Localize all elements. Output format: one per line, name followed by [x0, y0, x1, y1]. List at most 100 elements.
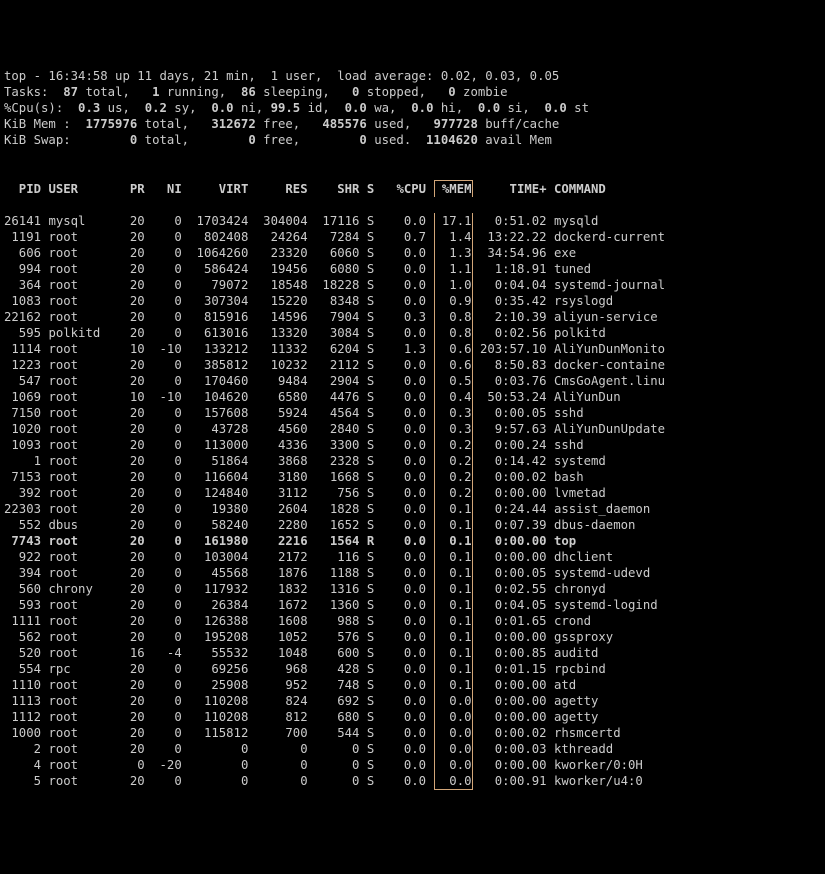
cell-virt: 307304: [189, 293, 248, 309]
cell-cpu: 0.0: [389, 213, 426, 229]
cell-res: 2604: [256, 501, 308, 517]
cell-ni: 0: [152, 709, 182, 725]
cell-time: 0:00.00: [480, 757, 547, 773]
cell-res: 700: [256, 725, 308, 741]
process-row: 560 chrony 20 0 117932 1832 1316 S 0.0 0…: [4, 581, 813, 597]
cell-cpu: 0.0: [389, 469, 426, 485]
cell-pr: 20: [122, 725, 144, 741]
cell-cpu: 0.0: [389, 661, 426, 677]
cell-pr: 20: [122, 405, 144, 421]
process-row: 1111 root 20 0 126388 1608 988 S 0.0 0.1…: [4, 613, 813, 629]
column-header: PID USER PR NI VIRT RES SHR S %CPU %MEM …: [4, 180, 813, 197]
cell-state: S: [367, 245, 382, 261]
cell-command: agetty: [554, 693, 702, 709]
cell-cpu: 0.0: [389, 597, 426, 613]
cell-virt: 43728: [189, 421, 248, 437]
cell-pid: 922: [4, 549, 41, 565]
cell-ni: -10: [152, 341, 182, 357]
cell-cpu: 0.0: [389, 373, 426, 389]
cell-shr: 6060: [315, 245, 359, 261]
cell-user: polkitd: [48, 325, 115, 341]
cell-state: S: [367, 357, 382, 373]
cell-cpu: 0.0: [389, 533, 426, 549]
cell-user: mysql: [48, 213, 115, 229]
cell-command: AliYunDun: [554, 389, 702, 405]
cell-ni: 0: [152, 293, 182, 309]
cell-time: 0:00.85: [480, 645, 547, 661]
cell-state: S: [367, 309, 382, 325]
cell-command: docker-containe: [554, 357, 702, 373]
cell-user: root: [48, 293, 115, 309]
cell-time: 0:03.76: [480, 373, 547, 389]
cell-shr: 4476: [315, 389, 359, 405]
cell-virt: 115812: [189, 725, 248, 741]
cell-mem: 17.1: [434, 213, 473, 229]
cell-ni: 0: [152, 373, 182, 389]
cell-ni: 0: [152, 437, 182, 453]
process-row: 26141 mysql 20 0 1703424 304004 17116 S …: [4, 213, 813, 229]
cell-shr: 692: [315, 693, 359, 709]
cell-mem: 1.0: [434, 277, 473, 293]
cell-res: 18548: [256, 277, 308, 293]
cell-res: 13320: [256, 325, 308, 341]
cell-pr: 20: [122, 597, 144, 613]
cell-virt: 55532: [189, 645, 248, 661]
cell-cpu: 0.0: [389, 549, 426, 565]
cell-time: 1:18.91: [480, 261, 547, 277]
cell-virt: 103004: [189, 549, 248, 565]
cell-pid: 562: [4, 629, 41, 645]
cell-ni: -4: [152, 645, 182, 661]
cell-pr: 0: [122, 757, 144, 773]
cell-state: S: [367, 645, 382, 661]
cell-shr: 1564: [315, 533, 359, 549]
cell-ni: 0: [152, 245, 182, 261]
cell-shr: 544: [315, 725, 359, 741]
cell-pid: 1112: [4, 709, 41, 725]
cell-virt: 613016: [189, 325, 248, 341]
cell-pr: 20: [122, 309, 144, 325]
process-row: 394 root 20 0 45568 1876 1188 S 0.0 0.1 …: [4, 565, 813, 581]
cell-pid: 593: [4, 597, 41, 613]
process-row: 1 root 20 0 51864 3868 2328 S 0.0 0.2 0:…: [4, 453, 813, 469]
cell-pr: 20: [122, 661, 144, 677]
cell-command: aliyun-service: [554, 309, 702, 325]
cell-res: 3180: [256, 469, 308, 485]
cell-state: S: [367, 549, 382, 565]
cell-ni: 0: [152, 661, 182, 677]
cell-shr: 1188: [315, 565, 359, 581]
cell-virt: 385812: [189, 357, 248, 373]
cell-cpu: 0.0: [389, 501, 426, 517]
cell-command: bash: [554, 469, 702, 485]
cell-state: S: [367, 261, 382, 277]
cell-virt: 0: [189, 741, 248, 757]
cell-user: root: [48, 757, 115, 773]
cell-user: root: [48, 309, 115, 325]
cell-ni: 0: [152, 533, 182, 549]
cell-mem: 1.1: [434, 261, 473, 277]
cell-pr: 20: [122, 245, 144, 261]
cell-user: root: [48, 405, 115, 421]
cell-mem: 0.5: [434, 373, 473, 389]
cell-shr: 600: [315, 645, 359, 661]
cell-pr: 20: [122, 213, 144, 229]
cell-command: polkitd: [554, 325, 702, 341]
cell-state: S: [367, 485, 382, 501]
cell-pr: 20: [122, 677, 144, 693]
top-summary: top - 16:34:58 up 11 days, 21 min, 1 use…: [4, 68, 813, 164]
cell-virt: 69256: [189, 661, 248, 677]
cell-virt: 815916: [189, 309, 248, 325]
cell-state: R: [367, 533, 382, 549]
cell-time: 0:00.91: [480, 773, 547, 789]
cell-user: root: [48, 613, 115, 629]
cell-shr: 6204: [315, 341, 359, 357]
cell-user: dbus: [48, 517, 115, 533]
cell-virt: 58240: [189, 517, 248, 533]
cell-mem: 0.1: [434, 533, 473, 549]
cell-virt: 51864: [189, 453, 248, 469]
cell-user: root: [48, 357, 115, 373]
cell-pr: 20: [122, 293, 144, 309]
cell-pid: 1020: [4, 421, 41, 437]
cell-res: 24264: [256, 229, 308, 245]
cell-shr: 2840: [315, 421, 359, 437]
cell-command: dhclient: [554, 549, 702, 565]
